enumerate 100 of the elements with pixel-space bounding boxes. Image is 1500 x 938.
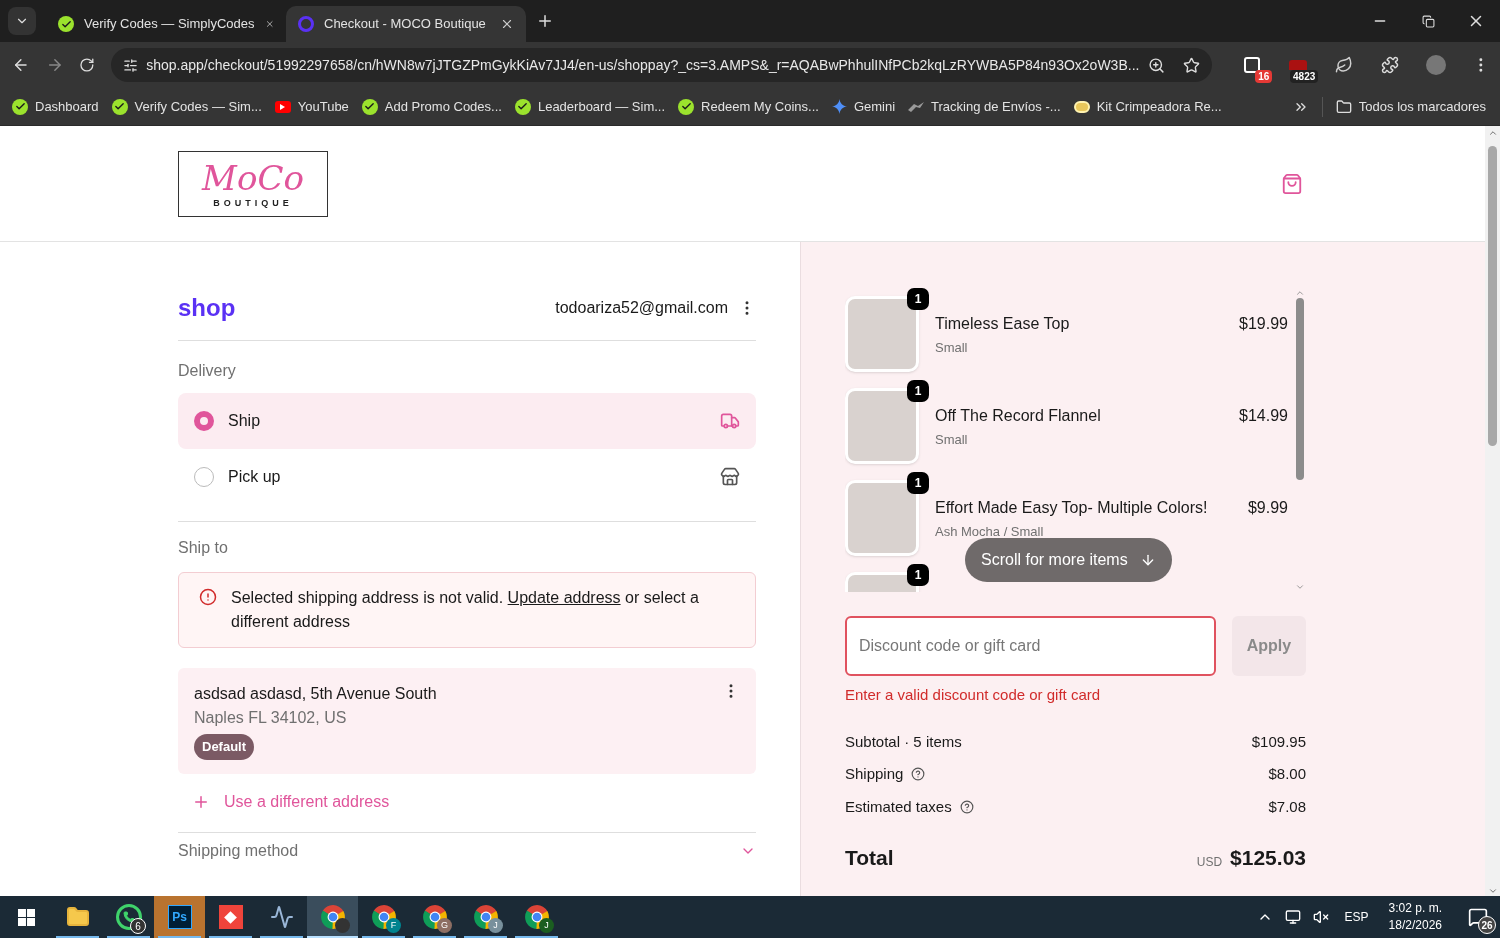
discount-field[interactable]: Discount code or gift card [845,616,1216,676]
bookmark[interactable]: Verify Codes — Sim... [111,96,262,117]
bookmark[interactable]: YouTube [274,96,349,117]
help-icon[interactable] [911,767,926,782]
default-badge: Default [194,734,255,760]
folder-icon [1335,98,1352,115]
add-address-link[interactable]: Use a different address [192,789,756,814]
bookmark[interactable]: Kit Crimpeadora Re... [1073,96,1222,117]
box-icon [1289,60,1308,70]
help-icon[interactable] [959,799,974,814]
shop-pay-logo: shop [178,293,236,323]
option-label: Ship [228,411,262,431]
coin-icon [1073,100,1090,113]
bookmark[interactable]: Redeem My Coins... [678,96,819,117]
summary-value: $7.08 [1268,796,1306,817]
bookmark[interactable]: Leaderboard — Sim... [514,96,666,117]
scrollbar-thumb[interactable] [1296,298,1304,480]
summary-label: Subtotal · 5 items [845,731,962,752]
section-title: Shipping method [178,840,299,861]
taskbar-button[interactable]: G [409,896,460,938]
shopping-bag-icon[interactable] [1281,172,1303,195]
scroll-up-icon[interactable] [1487,128,1498,138]
zoom-icon[interactable] [1148,56,1166,74]
taskbar-button[interactable]: Ps [154,896,205,938]
summary-label: Estimated taxes [845,796,952,817]
radio-button[interactable] [194,411,214,431]
count-badge: 6 [130,918,146,934]
scroll-down-icon[interactable] [1487,886,1498,896]
muted-speaker-icon[interactable] [1312,909,1329,925]
product-price: $19.99 [1239,314,1288,334]
scrollbar[interactable] [1294,288,1306,592]
taskbar-button[interactable]: F [358,896,409,938]
bookmark[interactable]: Gemini [831,96,896,117]
extension-badge: 4823 [1290,70,1319,83]
taskbar-button[interactable]: J [511,896,562,938]
address-line: Naples FL 34102, US [194,708,348,728]
scroll-hint-button[interactable]: Scroll for more items [965,538,1172,582]
total-label: Total [845,845,894,871]
profile-badge: F [386,918,401,933]
check-logo-icon [12,98,28,115]
page-scrollbar[interactable] [1485,126,1500,896]
store-logo[interactable]: MoCo BOUTIQUE [178,150,328,217]
product-name: Timeless Ease Top [935,314,1071,334]
browser-tab[interactable]: Checkout - MOCO Boutique [286,6,526,42]
bird-icon [908,101,925,112]
quantity-badge: 1 [907,380,929,402]
scrollbar-thumb[interactable] [1488,146,1497,446]
url-text: shop.app/checkout/51992297658/cn/hWN8w7jJTGZPmGykKiAv7JJ4/en-us/shoppay?_cs=3.AMPS&_r=AQABwPhhulINfPCb2kqLzRYWBA5P84n93Ox2oW3B... [146,55,1141,75]
update-address-link[interactable]: Update address [507,589,621,606]
extension-button[interactable]: 16 [1232,47,1273,83]
avatar-icon [1426,55,1447,75]
summary-label: Shipping [845,764,904,784]
browser-tab[interactable]: Verify Codes — SimplyCodes [46,6,286,42]
back-icon[interactable] [12,56,30,74]
profile-badge: J [539,918,554,933]
photoshop-icon: Ps [167,905,192,929]
address-card[interactable]: asdsad asdasd, 5th Avenue South Naples FL 34102, US Default [178,668,756,774]
tab-list-button[interactable] [8,7,36,35]
taskbar-button[interactable] [307,896,358,938]
monitor-icon [269,905,294,929]
product-variant: Small [935,431,969,449]
delivery-option[interactable]: Ship [178,393,756,449]
address-bar[interactable]: shop.app/checkout/51992297658/cn/hWN8w7jJTGZPmGykKiAv7JJ4/en-us/shoppay?_cs=3.AMPS&_r=AQABwPhhulINfPCb2kqLzRYWBA5P84n93Ox2oW3B... [111,48,1213,82]
option-label: Pick up [228,467,282,487]
error-message: Selected shipping address is not valid. Update address or select a different address [231,588,700,632]
star-icon[interactable] [1183,56,1201,74]
product-price: $9.99 [1247,498,1288,518]
network-icon[interactable] [1284,909,1301,925]
product-variant: Small [935,339,969,357]
new-tab-icon[interactable] [536,12,554,30]
all-bookmarks-folder[interactable]: Todos los marcadores [1335,96,1486,117]
check-logo-icon [514,98,531,115]
check-logo-icon [111,98,128,115]
section-title: Delivery [178,361,237,381]
tab-title: Checkout - MOCO Boutique [324,15,487,34]
delivery-option[interactable]: Pick up [178,449,756,505]
extension-button[interactable]: 4823 [1278,47,1319,83]
folder-icon [65,905,90,929]
restore-icon[interactable] [1421,14,1435,28]
total-amount: $125.03 [1230,845,1306,871]
taskbar-button[interactable]: 6 [103,896,154,938]
reload-icon[interactable] [79,57,96,73]
bookmark[interactable]: Tracking de Envíos -... [908,96,1061,117]
bookmark[interactable]: Dashboard [12,96,99,117]
leaf-icon [1335,56,1354,74]
site-settings-icon[interactable] [123,57,139,73]
address-line: asdsad asdasd, 5th Avenue South [194,684,438,704]
quantity-badge: 1 [907,472,929,494]
quantity-badge: 1 [907,564,929,586]
radio-button[interactable] [194,467,214,487]
shop-logo-icon [298,16,314,32]
bookmark[interactable]: Add Promo Codes... [361,96,502,117]
close-icon[interactable] [500,17,514,31]
clock-time: 3:02 p. m. [1388,900,1442,917]
quantity-badge: 1 [907,288,929,310]
check-logo-icon [58,16,74,32]
product-variant: Ash Mocha / Small [935,523,1045,541]
sparkle-icon [831,99,847,114]
language-indicator[interactable]: ESP [1344,908,1369,926]
windows-logo-icon [17,908,35,926]
